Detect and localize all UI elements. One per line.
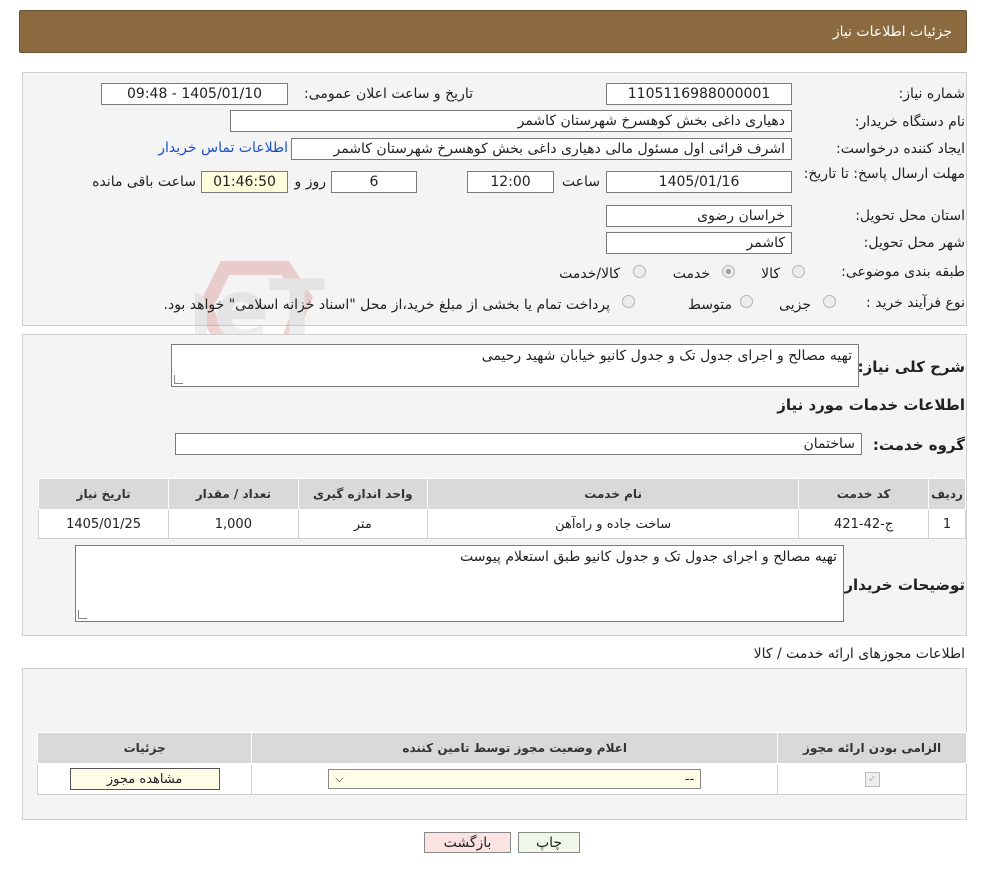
buyer-org-label: نام دستگاه خریدار: xyxy=(854,114,965,130)
table-row: ✓ -- ⌵ مشاهده مجوز xyxy=(36,763,967,795)
buyer-notes-text: تهیه مصالح و اجرای جدول تک و جدول کانیو … xyxy=(460,549,837,565)
deadline-date-field: 1405/01/16 xyxy=(606,171,792,193)
print-button[interactable]: چاپ xyxy=(518,832,580,853)
buyer-notes-textarea[interactable]: تهیه مصالح و اجرای جدول تک و جدول کانیو … xyxy=(75,545,844,622)
category-radio-goods[interactable] xyxy=(792,265,805,278)
cell-service-code: ج-42-421 xyxy=(798,509,930,539)
resize-handle-icon[interactable] xyxy=(78,610,87,619)
permit-status-value: -- xyxy=(684,771,695,787)
summary-textarea[interactable]: تهیه مصالح و اجرای جدول تک و جدول کانیو … xyxy=(171,344,859,387)
province-label: استان محل تحویل: xyxy=(855,208,965,224)
page-header: جزئیات اطلاعات نیاز xyxy=(19,10,967,53)
process-treasury-note: پرداخت تمام یا بخشی از مبلغ خرید،از محل … xyxy=(163,297,610,313)
category-radio-goods-service[interactable] xyxy=(633,265,646,278)
process-checkbox-treasury[interactable] xyxy=(622,295,635,308)
deadline-time-field: 12:00 xyxy=(467,171,554,193)
creator-label: ایجاد کننده درخواست: xyxy=(836,141,965,157)
cell-permit-required: ✓ xyxy=(777,763,967,795)
category-option-goods-service: کالا/خدمت xyxy=(559,266,620,282)
resize-handle-icon[interactable] xyxy=(174,375,183,384)
announce-date-field: 1405/01/10 - 09:48 xyxy=(101,83,288,105)
category-option-goods: کالا xyxy=(761,266,780,282)
process-radio-medium[interactable] xyxy=(740,295,753,308)
col-permit-status: اعلام وضعیت مجوز توسط تامین کننده xyxy=(251,732,779,764)
service-group-label: گروه خدمت: xyxy=(872,436,965,454)
days-remaining-field: 6 xyxy=(331,171,417,193)
summary-text: تهیه مصالح و اجرای جدول تک و جدول کانیو … xyxy=(481,348,852,364)
cell-permit-status: -- ⌵ xyxy=(251,763,779,795)
col-service-name: نام خدمت xyxy=(426,478,800,510)
deadline-label: مهلت ارسال پاسخ: تا تاریخ: xyxy=(803,166,965,182)
city-field: کاشمر xyxy=(606,232,792,254)
summary-label: شرح کلی نیاز: xyxy=(857,358,965,376)
cell-permit-details: مشاهده مجوز xyxy=(36,763,253,795)
services-table-header: ردیف کد خدمت نام خدمت واحد اندازه گیری ت… xyxy=(37,478,966,510)
process-label: نوع فرآیند خرید : xyxy=(866,295,965,311)
col-unit: واحد اندازه گیری xyxy=(297,478,428,510)
creator-field: اشرف قرائی اول مسئول مالی دهیاری داغی بخ… xyxy=(291,138,792,160)
permits-table-header: الزامی بودن ارائه مجوز اعلام وضعیت مجوز … xyxy=(36,732,967,764)
cell-service-name: ساخت جاده و راه‌آهن xyxy=(426,509,800,539)
need-number-label: شماره نیاز: xyxy=(898,86,966,102)
remaining-time-label: ساعت باقی مانده xyxy=(92,174,196,190)
page-title: جزئیات اطلاعات نیاز xyxy=(832,23,952,40)
service-group-field: ساختمان xyxy=(175,433,862,455)
buyer-notes-label: توضیحات خریدار: xyxy=(838,576,965,594)
permit-status-select[interactable]: -- ⌵ xyxy=(328,769,702,789)
permit-required-checkbox[interactable]: ✓ xyxy=(864,772,880,787)
col-quantity: تعداد / مقدار xyxy=(168,478,299,510)
table-row: 1 ج-42-421 ساخت جاده و راه‌آهن متر 1,000… xyxy=(37,509,966,539)
view-permit-button[interactable]: مشاهده مجوز xyxy=(69,768,220,790)
col-need-date: تاریخ نیاز xyxy=(37,478,170,510)
category-radio-service[interactable] xyxy=(722,265,735,278)
col-permit-required: الزامی بودن ارائه مجوز xyxy=(777,732,967,764)
need-number-field: 1105116988000001 xyxy=(606,83,792,105)
province-field: خراسان رضوی xyxy=(606,205,792,227)
services-section-title: اطلاعات خدمات مورد نیاز xyxy=(777,396,965,414)
back-button[interactable]: بازگشت xyxy=(424,832,511,853)
col-service-code: کد خدمت xyxy=(798,478,930,510)
chevron-down-icon: ⌵ xyxy=(335,772,344,785)
remaining-time-field: 01:46:50 xyxy=(201,171,288,193)
days-label: روز و xyxy=(294,174,327,190)
permits-table: الزامی بودن ارائه مجوز اعلام وضعیت مجوز … xyxy=(36,732,967,795)
buyer-contact-link[interactable]: اطلاعات تماس خریدار xyxy=(158,140,288,156)
services-table: ردیف کد خدمت نام خدمت واحد اندازه گیری ت… xyxy=(37,478,966,539)
category-label: طبقه بندی موضوعی: xyxy=(841,264,965,280)
category-option-service: خدمت xyxy=(672,266,710,282)
process-radio-minor[interactable] xyxy=(823,295,836,308)
cell-need-date: 1405/01/25 xyxy=(37,509,170,539)
city-label: شهر محل تحویل: xyxy=(863,235,965,251)
process-option-minor: جزیی xyxy=(779,297,811,313)
announce-date-label: تاریخ و ساعت اعلان عمومی: xyxy=(304,86,473,102)
cell-quantity: 1,000 xyxy=(168,509,299,539)
col-row-number: ردیف xyxy=(928,478,966,510)
buyer-org-field: دهیاری داغی بخش کوهسرخ شهرستان کاشمر xyxy=(230,110,792,132)
cell-row-number: 1 xyxy=(928,509,966,539)
deadline-time-label: ساعت xyxy=(561,174,600,190)
process-option-medium: متوسط xyxy=(688,297,732,313)
cell-unit: متر xyxy=(297,509,428,539)
col-permit-details: جزئیات xyxy=(36,732,253,764)
permits-section-title: اطلاعات مجوزهای ارائه خدمت / کالا xyxy=(753,646,965,662)
